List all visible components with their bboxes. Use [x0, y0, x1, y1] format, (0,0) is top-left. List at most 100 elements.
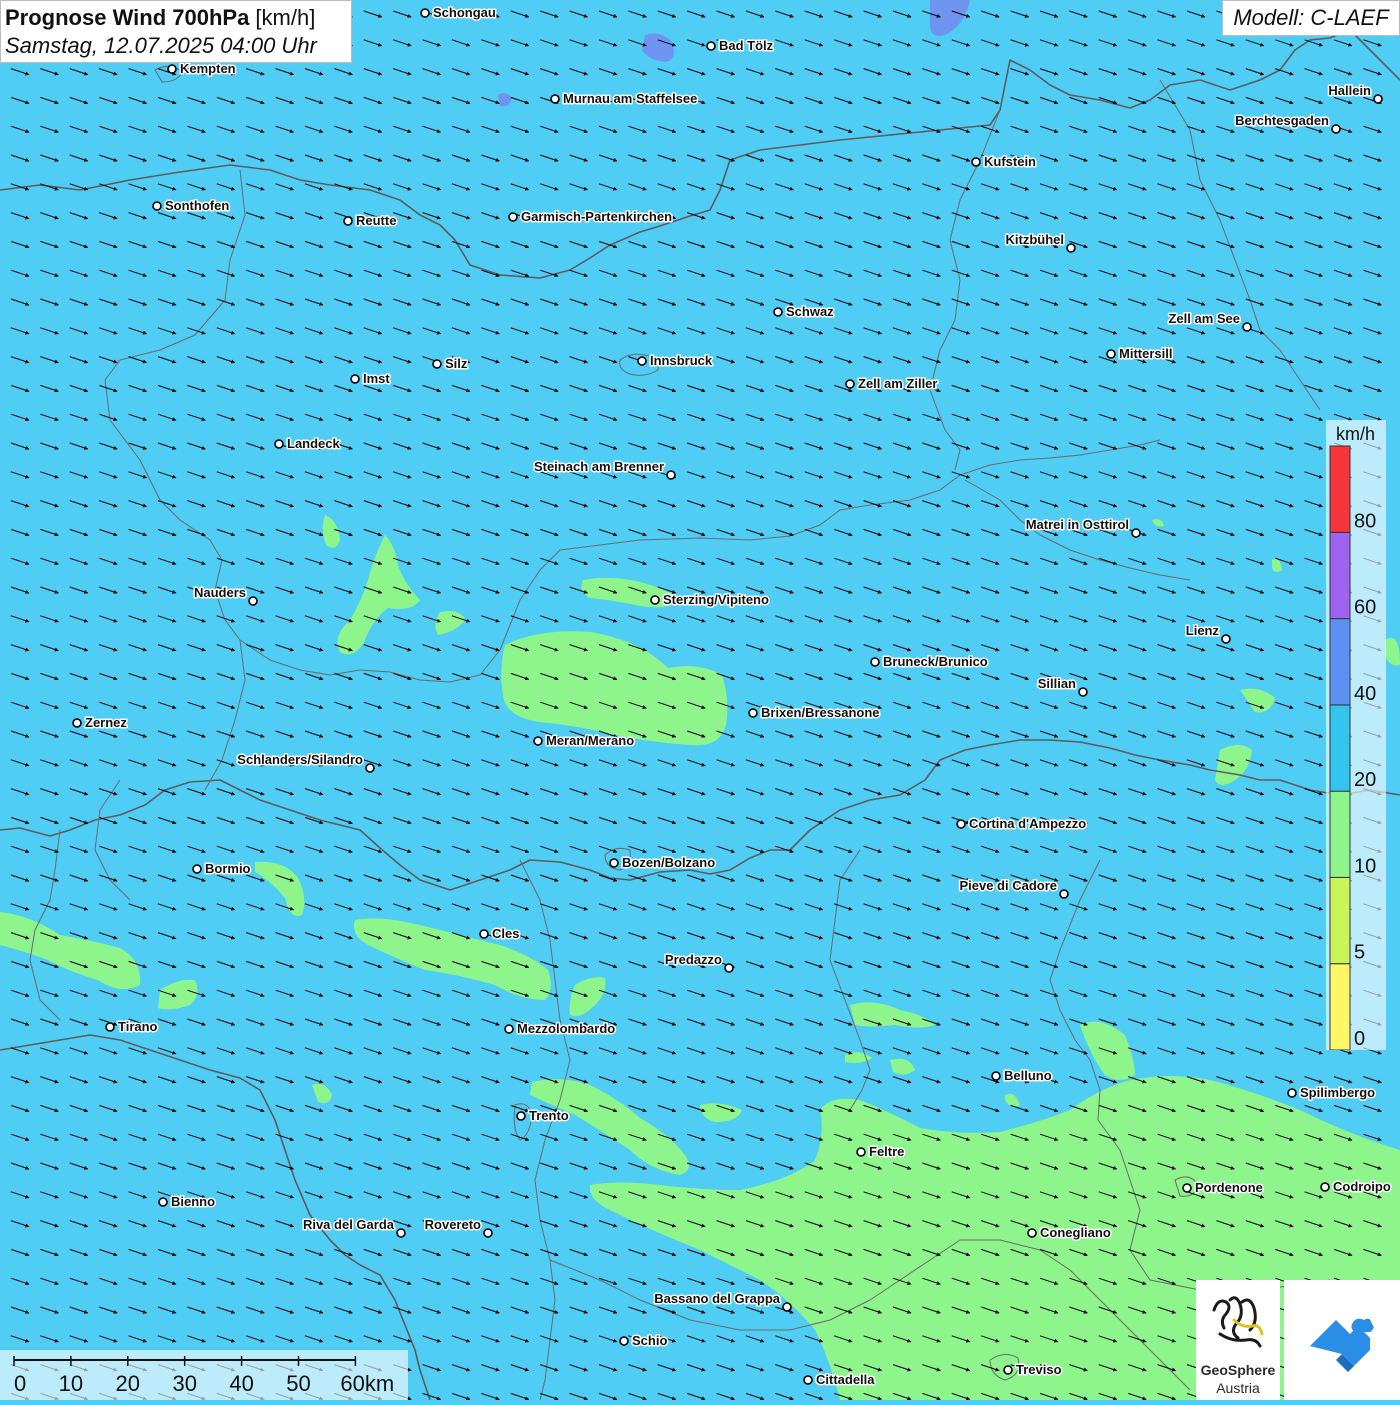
title-main: Prognose Wind 700hPa — [5, 5, 250, 30]
city-dot — [365, 763, 375, 773]
city-label: Conegliano — [1040, 1225, 1111, 1240]
city-label: Predazzo — [665, 952, 722, 967]
city-dot — [782, 1302, 792, 1312]
map-title: Prognose Wind 700hPa [km/h] — [5, 4, 351, 32]
city-label: Mezzolombardo — [517, 1021, 615, 1036]
city-dot — [1106, 349, 1116, 359]
city-dot — [856, 1147, 866, 1157]
city-label: Bienno — [171, 1194, 215, 1209]
legend-tick-label: 10 — [1354, 855, 1376, 877]
city-marker[interactable]: Cortina d'AmpezzoCortina d'Ampezzo — [956, 815, 1088, 833]
city-label: Codroipo — [1333, 1179, 1391, 1194]
city-label: Spilimbergo — [1300, 1085, 1375, 1100]
city-label: Rovereto — [425, 1217, 481, 1232]
legend-colorbar: 0 5 10 20 40 60 80 — [1329, 445, 1376, 1050]
model-label: Modell: C-LAEF — [1222, 0, 1400, 36]
city-dot — [845, 379, 855, 389]
city-label: Pieve di Cadore — [959, 878, 1057, 893]
city-dot — [533, 736, 543, 746]
city-label: Lienz — [1186, 623, 1220, 638]
city-marker[interactable]: Garmisch-PartenkirchenGarmisch-Partenkir… — [508, 208, 674, 226]
city-label: Nauders — [194, 585, 246, 600]
city-marker[interactable]: Zell am ZillerZell am Ziller — [845, 375, 939, 393]
city-marker[interactable]: PordenonePordenone — [1182, 1179, 1264, 1197]
city-dot — [956, 819, 966, 829]
city-dot — [343, 216, 353, 226]
geosphere-logo[interactable]: GeoSphere Austria — [1196, 1280, 1280, 1400]
city-marker[interactable]: SpilimbergoSpilimbergo — [1287, 1084, 1377, 1102]
city-marker[interactable]: Meran/MeranoMeran/Merano — [533, 732, 636, 750]
city-label: Kempten — [180, 61, 236, 76]
city-dot — [1287, 1088, 1297, 1098]
city-label: Trento — [529, 1108, 569, 1123]
city-dot — [1003, 1365, 1013, 1375]
scale-bar-label: 20 — [116, 1371, 140, 1396]
city-label: Silz — [445, 356, 468, 371]
city-label: Schongau — [433, 5, 496, 20]
city-dot — [508, 212, 518, 222]
city-dot — [1182, 1183, 1192, 1193]
city-dot — [432, 359, 442, 369]
city-dot — [803, 1375, 813, 1385]
scale-bar-label: 30 — [172, 1371, 196, 1396]
legend-swatch — [1329, 445, 1351, 533]
city-marker[interactable]: Brixen/BressanoneBrixen/Bressanone — [748, 704, 881, 722]
city-label: Schio — [632, 1333, 667, 1348]
city-dot — [550, 94, 560, 104]
city-dot — [650, 595, 660, 605]
city-marker[interactable]: SonthofenSonthofen — [152, 197, 231, 215]
geosphere-sub: Austria — [1216, 1380, 1260, 1396]
city-marker[interactable]: Bozen/BolzanoBozen/Bolzano — [609, 854, 717, 872]
city-dot — [1027, 1228, 1037, 1238]
city-marker[interactable]: Bruneck/BrunicoBruneck/Brunico — [870, 653, 989, 671]
city-dot — [192, 864, 202, 874]
scale-bar-graphic: 0 10 20 30 40 50 60km — [13, 1356, 394, 1396]
city-marker[interactable]: ConeglianoConegliano — [1027, 1224, 1112, 1242]
city-dot — [706, 41, 716, 51]
city-dot — [1331, 124, 1341, 134]
scale-bar-label: 60km — [340, 1371, 394, 1396]
city-label: Kufstein — [984, 154, 1036, 169]
city-label: Landeck — [287, 436, 341, 451]
wind-map[interactable]: SchongauSchongauBad TölzBad TölzKemptenK… — [0, 0, 1400, 1400]
city-dot — [248, 596, 258, 606]
city-label: Schwaz — [786, 304, 834, 319]
city-dot — [724, 963, 734, 973]
scale-bar-label: 40 — [229, 1371, 253, 1396]
geosphere-name: GeoSphere — [1200, 1362, 1276, 1378]
city-dot — [516, 1111, 526, 1121]
city-marker[interactable]: SchongauSchongau — [420, 4, 497, 22]
city-label: Imst — [363, 371, 390, 386]
city-label: Cortina d'Ampezzo — [969, 816, 1086, 831]
city-label: Innsbruck — [650, 353, 713, 368]
city-marker[interactable]: Murnau am StaffelseeMurnau am Staffelsee — [550, 90, 699, 108]
city-label: Zell am See — [1168, 311, 1240, 326]
city-label: Meran/Merano — [546, 733, 634, 748]
city-dot — [420, 8, 430, 18]
city-dot — [1242, 322, 1252, 332]
city-dot — [483, 1228, 493, 1238]
city-dot — [105, 1022, 115, 1032]
city-label: Brixen/Bressanone — [761, 705, 880, 720]
city-dot — [158, 1197, 168, 1207]
legend-tick-label: 5 — [1354, 942, 1365, 964]
city-dot — [396, 1228, 406, 1238]
city-label: Sillian — [1038, 676, 1076, 691]
legend: km/h 0 5 10 20 40 60 80 — [1326, 420, 1386, 1050]
city-dot — [1373, 94, 1383, 104]
app-logo[interactable] — [1284, 1280, 1400, 1400]
city-dot — [167, 64, 177, 74]
scale-bar-label: 50 — [286, 1371, 310, 1396]
forecast-datetime: Samstag, 12.07.2025 04:00 Uhr — [5, 33, 317, 58]
legend-swatch — [1329, 704, 1351, 792]
city-dot — [870, 657, 880, 667]
city-dot — [748, 708, 758, 718]
city-marker[interactable]: Sterzing/VipitenoSterzing/Vipiteno — [650, 591, 770, 609]
city-dot — [504, 1024, 514, 1034]
city-label: Steinach am Brenner — [534, 459, 664, 474]
city-label: Bassano del Grappa — [654, 1291, 780, 1306]
city-marker[interactable]: InnsbruckInnsbruck — [637, 352, 714, 370]
city-marker[interactable]: MezzolombardoMezzolombardo — [504, 1020, 617, 1038]
legend-swatch — [1329, 963, 1351, 1050]
city-label: Sterzing/Vipiteno — [663, 592, 769, 607]
